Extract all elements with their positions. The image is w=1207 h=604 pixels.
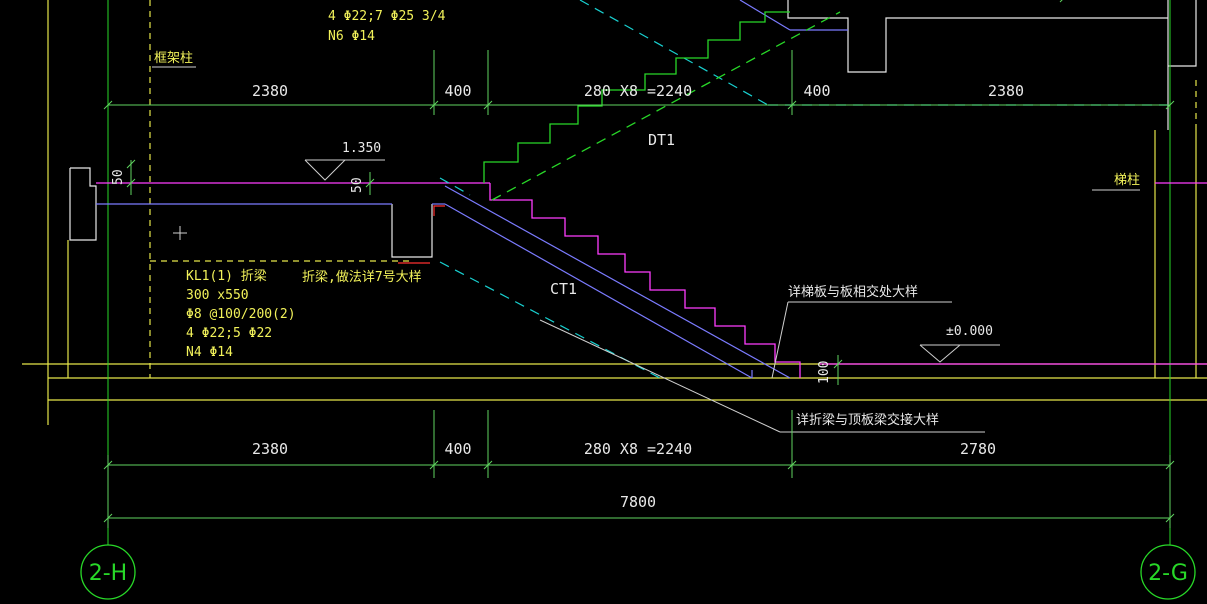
label-ct1: CT1: [550, 280, 577, 298]
cad-stair-section-drawing: 2380 400 280 X8 =2240 400 2380 2380 400 …: [22, 0, 1207, 600]
beam-kl1-line1: KL1(1) 折梁: [186, 269, 267, 284]
cyan-dashed-lines: [439, 0, 1168, 379]
bottom-dim-4: 2780: [960, 440, 996, 458]
top-dim-4: 400: [803, 82, 830, 100]
top-rebar-line2: N6 Φ14: [328, 29, 375, 44]
thickness-100: 100: [817, 361, 832, 384]
bottom-dim-1: 2380: [252, 440, 288, 458]
elevation-ground: ±0.000: [946, 324, 993, 339]
thickness-50-mid: 50: [350, 177, 365, 193]
label-dt1: DT1: [648, 131, 675, 149]
yellow-lines: [22, 0, 1207, 425]
note-detail-slab: 详梯板与板相交处大样: [788, 284, 918, 300]
thickness-50-left: 50: [111, 169, 126, 185]
structure-outline: [69, 0, 1197, 258]
top-dim-3: 280 X8 =2240: [584, 82, 692, 100]
bottom-dim-2: 400: [444, 440, 471, 458]
beam-kl1-line4: 4 Φ22;5 Φ22: [186, 326, 272, 341]
note-detail-beam: 详折梁与顶板梁交接大样: [796, 412, 939, 428]
top-dim-2: 400: [444, 82, 471, 100]
total-dim: 7800: [620, 493, 656, 511]
top-dim-5: 2380: [988, 82, 1024, 100]
leader-lines: [152, 66, 1140, 433]
note-folded-beam: 折梁,做法详7号大样: [302, 270, 422, 285]
upper-flight: [483, 11, 841, 201]
beam-kl1-line3: Φ8 @100/200(2): [186, 307, 296, 322]
red-marks: [398, 205, 445, 264]
axis-label-right: 2-G: [1148, 561, 1188, 586]
top-rebar-line1: 4 Φ22;7 Φ25 3/4: [328, 9, 446, 24]
beam-kl1-line5: N4 Φ14: [186, 345, 233, 360]
bottom-dim-3: 280 X8 =2240: [584, 440, 692, 458]
top-dim-1: 2380: [252, 82, 288, 100]
label-frame-column: 框架柱: [154, 51, 193, 66]
label-stair-column: 梯柱: [1114, 173, 1140, 188]
beam-kl1-line2: 300 x550: [186, 288, 249, 303]
axis-label-left: 2-H: [89, 561, 127, 586]
elevation-upper: 1.350: [342, 141, 381, 156]
axis-bubbles: [80, 544, 1196, 600]
